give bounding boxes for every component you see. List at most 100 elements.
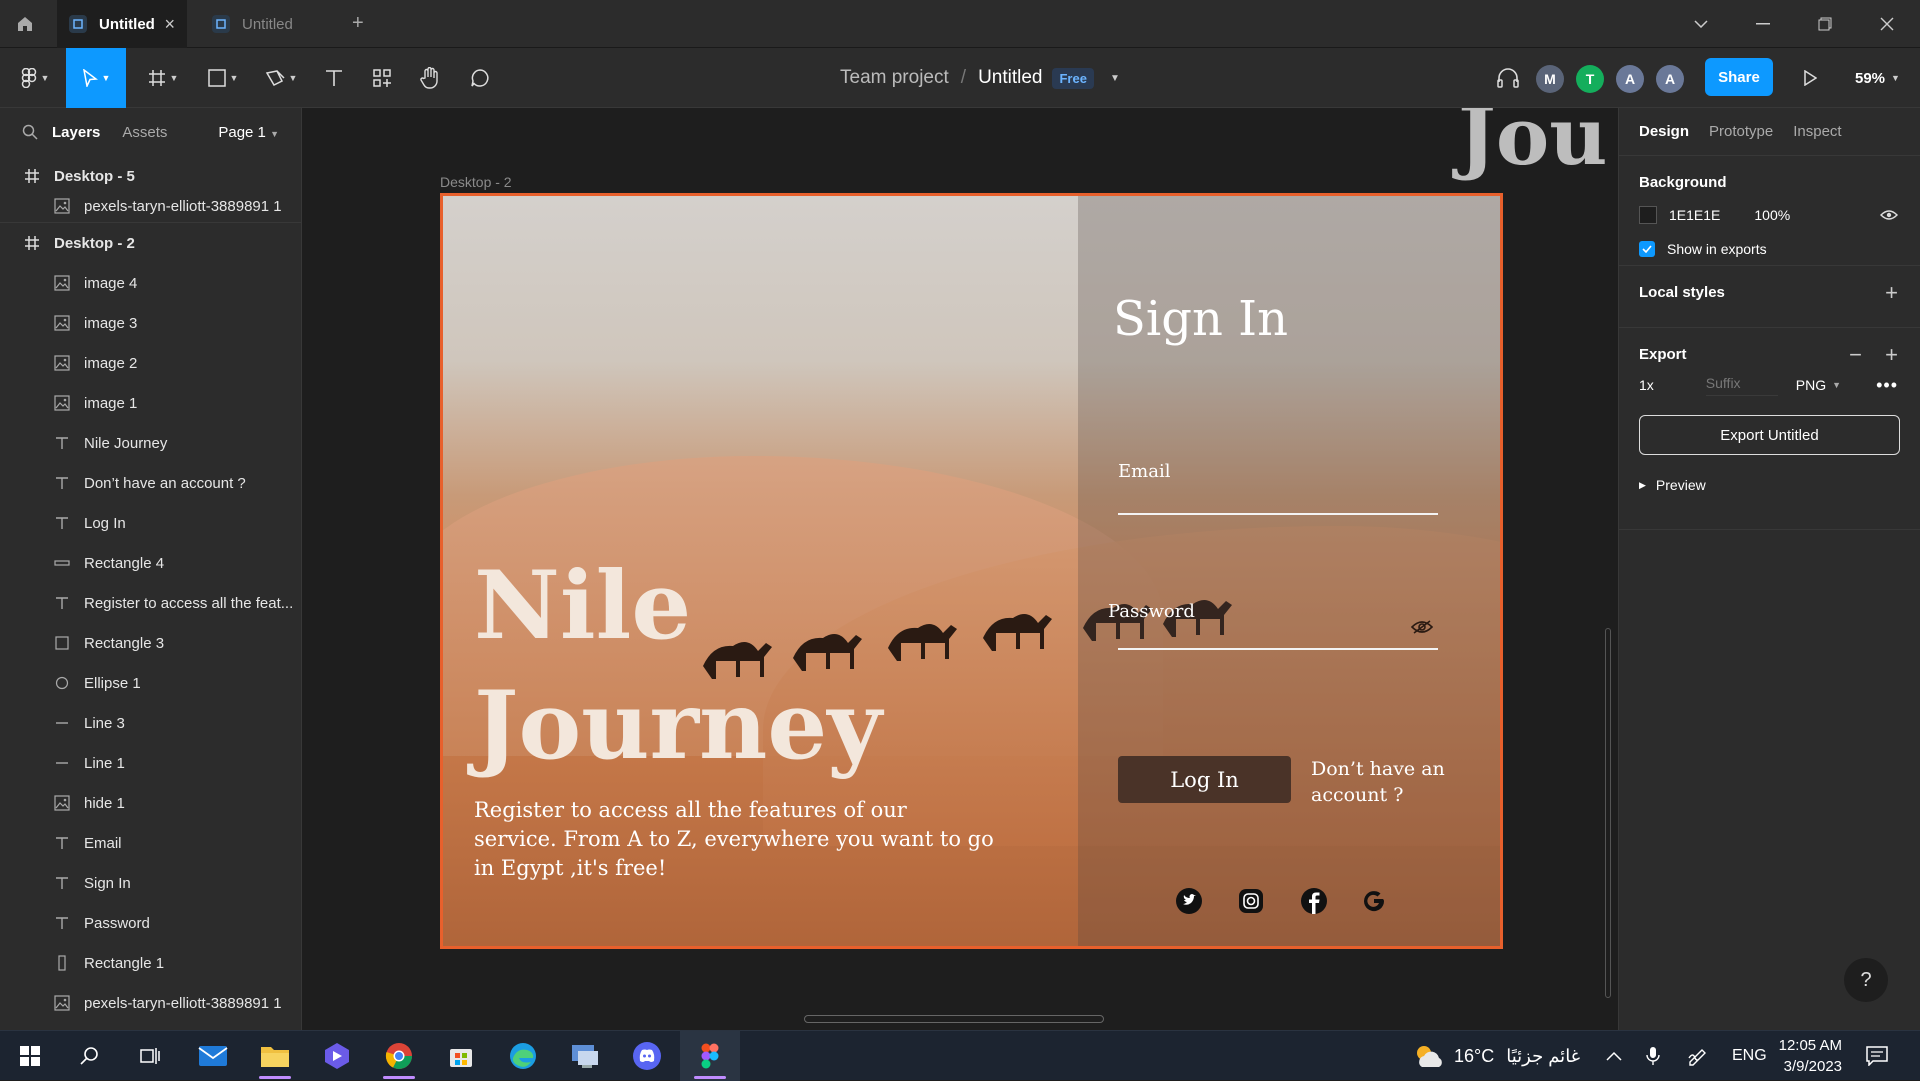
main-menu-button[interactable]: ▼ <box>10 48 60 108</box>
avatar[interactable]: M <box>1536 65 1564 93</box>
home-button[interactable] <box>0 0 50 48</box>
move-tool[interactable]: ▼ <box>66 48 126 108</box>
mail-app-button[interactable] <box>183 1031 243 1081</box>
preview-toggle[interactable]: ▶ Preview <box>1619 465 1920 505</box>
export-suffix-input[interactable]: Suffix <box>1705 375 1778 396</box>
layer-item[interactable]: pexels-taryn-elliott-3889891 1 <box>0 190 301 223</box>
avatar[interactable]: A <box>1616 65 1644 93</box>
layer-item[interactable]: Ellipse 1 <box>0 663 301 703</box>
help-button[interactable]: ? <box>1844 958 1888 1002</box>
export-format[interactable]: PNG <box>1796 377 1826 393</box>
more-options-icon[interactable]: ••• <box>1876 375 1898 396</box>
layer-item[interactable]: image 1 <box>0 383 301 423</box>
layer-item[interactable]: Rectangle 1 <box>0 943 301 983</box>
tab-assets[interactable]: Assets <box>122 124 167 141</box>
figma-button[interactable] <box>680 1031 740 1081</box>
zoom-level[interactable]: 59% ▼ <box>1855 48 1900 108</box>
hand-tool[interactable] <box>410 48 450 108</box>
layer-item[interactable]: image 4 <box>0 263 301 303</box>
layer-item[interactable]: Email <box>0 823 301 863</box>
show-hidden-icons[interactable] <box>1606 1031 1622 1081</box>
store-button[interactable] <box>431 1031 491 1081</box>
new-tab-plus-icon[interactable]: + <box>352 12 364 35</box>
shape-tool[interactable]: ▼ <box>198 48 248 108</box>
layer-item[interactable]: Register to access all the feat... <box>0 583 301 623</box>
background-hex[interactable]: 1E1E1E <box>1669 207 1720 223</box>
layer-item[interactable]: pexels-taryn-elliott-3889891 1 <box>0 983 301 1023</box>
task-view-button[interactable] <box>120 1031 180 1081</box>
layer-item[interactable]: image 2 <box>0 343 301 383</box>
page-selector[interactable]: Page 1 ▼ <box>218 124 279 141</box>
layer-item[interactable]: Nile Journey <box>0 423 301 463</box>
tab-untitled-active[interactable]: Untitled × <box>57 0 187 48</box>
chevron-down-icon[interactable]: ▼ <box>1832 380 1841 390</box>
layer-item[interactable]: Line 3 <box>0 703 301 743</box>
show-in-exports-checkbox[interactable] <box>1639 241 1655 257</box>
audio-button[interactable] <box>1488 48 1528 108</box>
pen-workspace-button[interactable] <box>1688 1031 1710 1081</box>
tab-layers[interactable]: Layers <box>52 124 100 141</box>
layer-item[interactable]: Password <box>0 903 301 943</box>
canvas[interactable]: Jou Desktop - 2 Nile Journey Register to… <box>302 108 1618 1030</box>
avatar[interactable]: A <box>1656 65 1684 93</box>
layer-name: Rectangle 3 <box>84 634 165 652</box>
resources-tool[interactable] <box>362 48 402 108</box>
chevron-down-icon[interactable] <box>1670 0 1732 48</box>
notifications-button[interactable] <box>1866 1031 1888 1081</box>
tab-prototype[interactable]: Prototype <box>1709 123 1773 140</box>
app-button[interactable] <box>307 1031 367 1081</box>
desktop-2-frame[interactable]: Nile Journey Register to access all the … <box>440 193 1503 949</box>
project-name[interactable]: Team project <box>840 67 949 89</box>
remove-export-minus-icon[interactable]: − <box>1849 342 1862 368</box>
input-language[interactable]: ENG <box>1732 1031 1767 1081</box>
close-tab-icon[interactable]: × <box>164 14 175 35</box>
color-swatch[interactable] <box>1639 206 1657 224</box>
weather-widget[interactable]: 16°C غائم جزئيًا <box>1412 1031 1580 1081</box>
vertical-scrollbar[interactable] <box>1605 628 1611 998</box>
microphone-button[interactable] <box>1646 1031 1660 1081</box>
text-tool[interactable] <box>314 48 354 108</box>
edge-button[interactable] <box>493 1031 553 1081</box>
minimize-icon[interactable] <box>1732 0 1794 48</box>
chrome-button[interactable] <box>369 1031 429 1081</box>
discord-button[interactable] <box>617 1031 677 1081</box>
layer-item[interactable]: Line 1 <box>0 743 301 783</box>
chevron-down-icon[interactable]: ▼ <box>1110 73 1120 84</box>
layer-item[interactable]: Don’t have an account ? <box>0 463 301 503</box>
search-button[interactable] <box>60 1031 120 1081</box>
present-button[interactable] <box>1790 48 1830 108</box>
tab-untitled[interactable]: Untitled <box>200 0 338 48</box>
add-export-plus-icon[interactable]: + <box>1885 342 1898 368</box>
background-opacity[interactable]: 100% <box>1754 207 1790 223</box>
close-window-icon[interactable] <box>1856 0 1918 48</box>
tab-design[interactable]: Design <box>1639 123 1689 140</box>
frame-label[interactable]: Desktop - 2 <box>440 174 512 190</box>
layer-name: image 2 <box>84 354 138 372</box>
add-style-plus-icon[interactable]: + <box>1885 280 1898 306</box>
tab-inspect[interactable]: Inspect <box>1793 123 1841 140</box>
share-button[interactable]: Share <box>1705 58 1773 96</box>
system-clock[interactable]: 12:05 AM 3/9/2023 <box>1772 1035 1842 1077</box>
layer-item[interactable]: Desktop - 2 <box>0 223 301 263</box>
components-grid-icon <box>373 69 391 87</box>
search-icon[interactable] <box>22 124 38 140</box>
start-button[interactable] <box>0 1031 60 1081</box>
layer-item[interactable]: hide 1 <box>0 783 301 823</box>
export-button[interactable]: Export Untitled <box>1639 415 1900 455</box>
layer-item[interactable]: Rectangle 4 <box>0 543 301 583</box>
restore-icon[interactable] <box>1794 0 1856 48</box>
file-explorer-button[interactable] <box>245 1031 305 1081</box>
export-scale[interactable]: 1x <box>1639 377 1654 393</box>
layer-item[interactable]: image 3 <box>0 303 301 343</box>
layer-item[interactable]: Rectangle 3 <box>0 623 301 663</box>
layer-item[interactable]: Log In <box>0 503 301 543</box>
layer-item[interactable]: Sign In <box>0 863 301 903</box>
eye-visibility-icon[interactable] <box>1880 209 1898 221</box>
horizontal-scrollbar[interactable] <box>804 1015 1104 1023</box>
pen-tool[interactable]: ▼ <box>256 48 306 108</box>
file-name[interactable]: Untitled <box>978 67 1042 89</box>
avatar[interactable]: T <box>1576 65 1604 93</box>
comment-tool[interactable] <box>460 48 500 108</box>
frame-tool[interactable]: ▼ <box>138 48 188 108</box>
remote-desktop-button[interactable] <box>555 1031 615 1081</box>
